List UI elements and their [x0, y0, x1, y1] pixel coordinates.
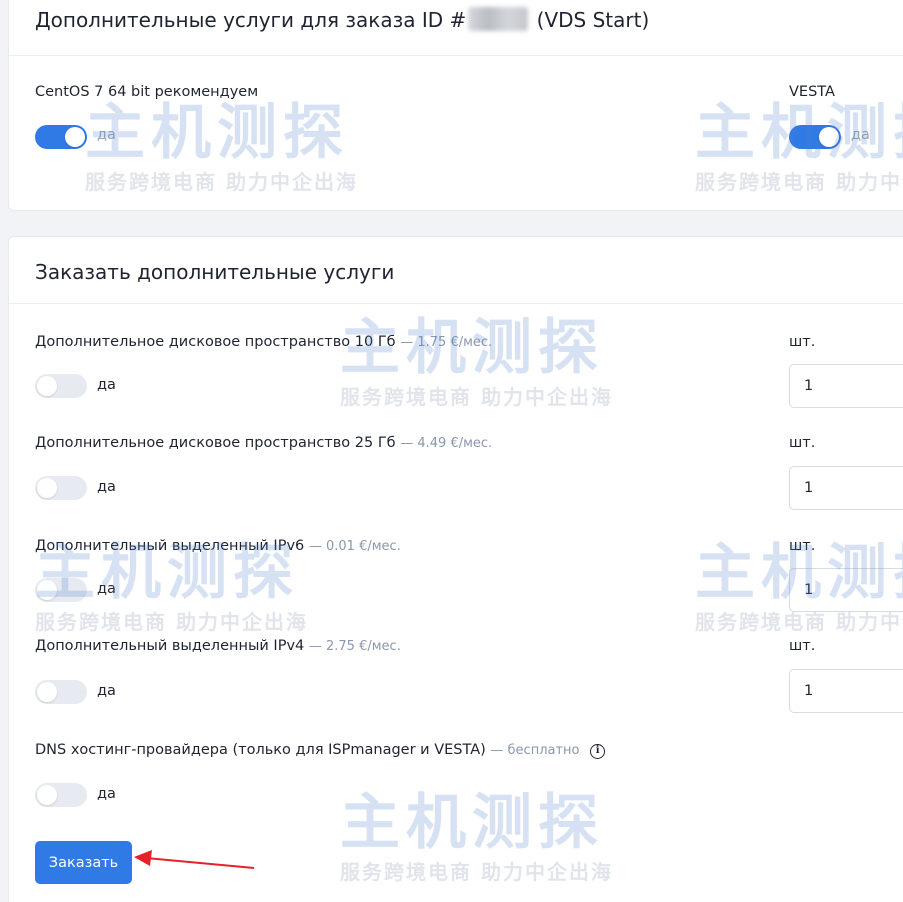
service-disk-25-label: Дополнительное дисковое пространство 25 … — [35, 435, 493, 451]
service-ipv4-qty-input[interactable] — [789, 669, 903, 713]
service-disk-25-toggle[interactable] — [35, 476, 87, 500]
addons-summary-title: Дополнительные услуги для заказа ID # (V… — [35, 7, 650, 32]
service-disk-10-toggle[interactable] — [35, 374, 87, 398]
service-ipv4-label: Дополнительный выделенный IPv4 — 2.75 €/… — [35, 638, 401, 654]
service-disk-10-toggle-text: да — [97, 377, 116, 393]
order-button[interactable]: Заказать — [35, 841, 132, 884]
panel-option-toggle-text: да — [851, 127, 870, 143]
service-dns-toggle-text: да — [97, 786, 116, 802]
service-disk-25-qty-label: шт. — [789, 435, 816, 451]
service-ipv4-toggle[interactable] — [35, 680, 87, 704]
divider — [9, 303, 903, 304]
os-option-toggle[interactable] — [35, 125, 87, 149]
service-price: — 1.75 €/мес. — [400, 335, 493, 350]
service-price: — 2.75 €/мес. — [308, 639, 401, 654]
os-option-label: CentOS 7 64 bit рекомендуем — [35, 84, 259, 100]
service-disk-25-toggle-text: да — [97, 479, 116, 495]
panel-option-label: VESTA — [789, 84, 835, 100]
service-disk-10-label: Дополнительное дисковое пространство 10 … — [35, 334, 493, 350]
info-icon[interactable]: i — [590, 744, 606, 759]
service-ipv6-qty-label: шт. — [789, 538, 816, 554]
service-ipv6-toggle[interactable] — [35, 578, 87, 602]
order-id-redacted — [468, 7, 529, 31]
order-addons-card: Заказать дополнительные услуги Дополните… — [8, 236, 903, 902]
service-disk-10-qty-input[interactable] — [789, 364, 903, 408]
service-ipv6-label: Дополнительный выделенный IPv6 — 0.01 €/… — [35, 538, 401, 554]
service-disk-25-qty-input[interactable] — [789, 466, 903, 510]
panel-option-toggle[interactable] — [789, 125, 841, 149]
service-disk-10-qty-label: шт. — [789, 334, 816, 350]
service-price: — бесплатно — [490, 743, 580, 758]
service-price: — 0.01 €/мес. — [308, 539, 401, 554]
service-price: — 4.49 €/мес. — [400, 436, 493, 451]
service-dns-toggle[interactable] — [35, 783, 87, 807]
os-option-toggle-text: да — [97, 127, 116, 143]
service-dns-label: DNS хостинг-провайдера (только для ISPma… — [35, 742, 606, 759]
service-ipv6-qty-input[interactable] — [789, 568, 903, 612]
divider — [9, 55, 903, 56]
service-ipv4-qty-label: шт. — [789, 638, 816, 654]
service-ipv4-toggle-text: да — [97, 683, 116, 699]
service-ipv6-toggle-text: да — [97, 581, 116, 597]
addons-summary-card: Дополнительные услуги для заказа ID # (V… — [8, 0, 903, 211]
order-addons-title: Заказать дополнительные услуги — [35, 260, 395, 284]
